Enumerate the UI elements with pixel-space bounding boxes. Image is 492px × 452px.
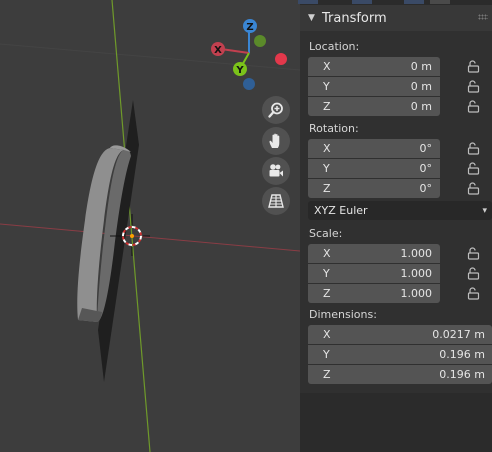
- lock-rotation-x[interactable]: [466, 141, 480, 155]
- lock-rotation-z[interactable]: [466, 181, 480, 195]
- lock-scale-y[interactable]: [466, 266, 480, 280]
- x-axis-line: [0, 223, 300, 252]
- lock-rotation-y[interactable]: [466, 161, 480, 175]
- lock-location-z[interactable]: [466, 99, 480, 113]
- rotation-y-field[interactable]: Y 0°: [308, 159, 440, 178]
- axis-label: X: [323, 142, 331, 155]
- gizmo-neg-z-icon[interactable]: [243, 78, 255, 90]
- unlock-icon: [467, 246, 479, 260]
- axis-label: Y: [323, 162, 330, 175]
- axis-label: Y: [323, 267, 330, 280]
- panel-title: Transform: [322, 10, 387, 26]
- scene-canvas[interactable]: Z X Y: [0, 0, 300, 452]
- location-z-field[interactable]: Z 0 m: [308, 97, 440, 116]
- gizmo-z-label: Z: [246, 22, 253, 33]
- unlock-icon: [467, 266, 479, 280]
- zoom-icon: [268, 102, 283, 118]
- field-value: 0 m: [410, 80, 432, 93]
- field-value: 1.000: [400, 287, 433, 300]
- axis-label: Z: [323, 368, 331, 381]
- chevron-down-icon: ▾: [482, 205, 487, 216]
- rotation-mode-dropdown[interactable]: XYZ Euler ▾: [308, 201, 492, 220]
- tab-chip: [352, 0, 372, 4]
- camera-view-button[interactable]: [262, 157, 290, 185]
- dimensions-label: Dimensions:: [309, 308, 377, 321]
- field-value: 1.000: [400, 267, 433, 280]
- rotation-z-field[interactable]: Z 0°: [308, 179, 440, 198]
- field-value: 0.196 m: [439, 348, 485, 361]
- grid-perspective-icon: [268, 194, 284, 208]
- scale-z-field[interactable]: Z 1.000: [308, 284, 440, 303]
- axis-label: Y: [323, 348, 330, 361]
- axis-label: Z: [323, 182, 331, 195]
- scale-label: Scale:: [309, 227, 343, 240]
- camera-icon: [269, 164, 283, 177]
- gizmo-x-label: X: [214, 45, 222, 56]
- unlock-icon: [467, 286, 479, 300]
- perspective-toggle-button[interactable]: [262, 187, 290, 215]
- gizmo-y-label: Y: [235, 65, 244, 76]
- field-value: 0°: [419, 142, 433, 155]
- axis-label: Y: [323, 80, 330, 93]
- field-value: 0°: [419, 182, 433, 195]
- dimensions-z-field[interactable]: Z 0.196 m: [308, 365, 492, 384]
- field-value: 0.0217 m: [432, 328, 485, 341]
- tab-chip: [404, 0, 424, 4]
- axis-label: X: [323, 247, 331, 260]
- unlock-icon: [467, 181, 479, 195]
- zoom-button[interactable]: [262, 96, 290, 124]
- unlock-icon: [467, 141, 479, 155]
- dimensions-y-field[interactable]: Y 0.196 m: [308, 345, 492, 364]
- navigation-gizmo[interactable]: Z X Y: [211, 19, 287, 90]
- hand-pan-icon: [269, 133, 280, 148]
- location-x-field[interactable]: X 0 m: [308, 57, 440, 76]
- unlock-icon: [467, 59, 479, 73]
- field-value: 0 m: [410, 60, 432, 73]
- location-label: Location:: [309, 40, 360, 53]
- drag-grip-icon[interactable]: [478, 14, 488, 20]
- chevron-down-icon: ▼: [308, 13, 315, 23]
- rotation-x-field[interactable]: X 0°: [308, 139, 440, 158]
- grid-line: [0, 43, 300, 71]
- field-value: 0 m: [410, 100, 432, 113]
- lock-location-y[interactable]: [466, 79, 480, 93]
- field-value: 1.000: [400, 247, 433, 260]
- axis-label: Z: [323, 100, 331, 113]
- unlock-icon: [467, 99, 479, 113]
- scale-y-field[interactable]: Y 1.000: [308, 264, 440, 283]
- 3d-viewport[interactable]: Z X Y: [0, 0, 300, 452]
- unlock-icon: [467, 79, 479, 93]
- field-value: 0°: [419, 162, 433, 175]
- scale-x-field[interactable]: X 1.000: [308, 244, 440, 263]
- lock-scale-x[interactable]: [466, 246, 480, 260]
- axis-label: X: [323, 60, 331, 73]
- dimensions-x-field[interactable]: X 0.0217 m: [308, 325, 492, 344]
- gizmo-neg-x-icon[interactable]: [275, 53, 287, 65]
- tab-chip: [430, 0, 450, 4]
- unlock-icon: [467, 161, 479, 175]
- pan-button[interactable]: [262, 127, 290, 155]
- rotation-mode-value: XYZ Euler: [314, 204, 368, 217]
- gizmo-neg-y-icon[interactable]: [254, 35, 266, 47]
- rotation-label: Rotation:: [309, 122, 359, 135]
- axis-label: Z: [323, 287, 331, 300]
- field-value: 0.196 m: [439, 368, 485, 381]
- location-y-field[interactable]: Y 0 m: [308, 77, 440, 96]
- lock-location-x[interactable]: [466, 59, 480, 73]
- tab-chip: [298, 0, 318, 4]
- transform-panel-header[interactable]: ▼ Transform: [300, 5, 492, 31]
- lock-scale-z[interactable]: [466, 286, 480, 300]
- sidebar-panel: ▼ Transform Location: X 0 m Y 0 m Z 0 m Rot…: [298, 0, 492, 452]
- axis-label: X: [323, 328, 331, 341]
